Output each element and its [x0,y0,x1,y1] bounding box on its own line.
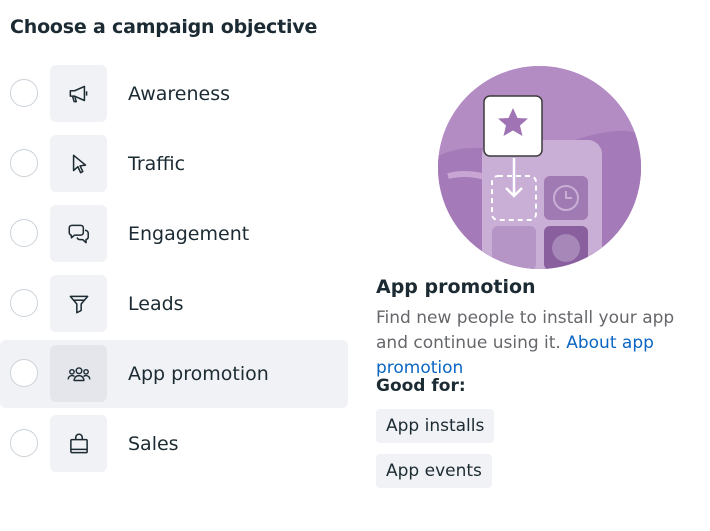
megaphone-icon [50,65,107,122]
app-download-illustration [438,66,641,269]
shopping-bag-icon [50,415,107,472]
objective-option-sales[interactable]: Sales [0,410,348,478]
objective-label: Awareness [128,83,231,105]
objective-option-leads[interactable]: Leads [0,270,348,338]
cursor-icon [50,135,107,192]
objective-label: Sales [128,433,179,455]
good-for-chip-app-installs: App installs [376,409,495,443]
objective-option-engagement[interactable]: Engagement [0,200,348,268]
people-icon [50,345,107,402]
objective-option-app-promotion[interactable]: App promotion [0,340,348,408]
funnel-icon [50,275,107,332]
objective-label: Traffic [128,153,186,175]
objective-option-traffic[interactable]: Traffic [0,130,348,198]
chat-bubbles-icon [50,205,107,262]
radio-button[interactable] [10,149,38,177]
objective-label: App promotion [128,363,269,385]
detail-description: Find new people to install your app and … [376,306,706,381]
radio-button[interactable] [10,79,38,107]
radio-button[interactable] [10,289,38,317]
good-for-chip-app-events: App events [376,454,492,488]
detail-title: App promotion [376,276,536,298]
objective-label: Engagement [128,223,250,245]
objective-list: Awareness Traffic Engagement Leads App p… [0,60,348,480]
radio-button[interactable] [10,219,38,247]
radio-button[interactable] [10,359,38,387]
radio-button[interactable] [10,429,38,457]
page-title: Choose a campaign objective [10,16,318,38]
objective-option-awareness[interactable]: Awareness [0,60,348,128]
objective-label: Leads [128,293,184,315]
good-for-heading: Good for: [376,376,466,396]
